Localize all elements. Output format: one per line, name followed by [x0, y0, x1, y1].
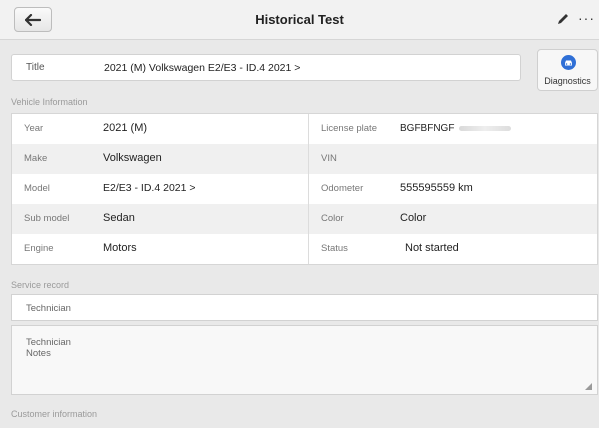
license-plate-label: License plate — [321, 123, 377, 134]
pen-icon[interactable] — [556, 12, 570, 26]
odometer-value[interactable]: 555595559 km — [400, 182, 473, 194]
color-value[interactable]: Color — [400, 212, 426, 224]
vehicle-info-table: Year 2021 (M) License plate BGFBFNGF Mak… — [11, 113, 598, 265]
title-field[interactable]: Title 2021 (M) Volkswagen E2/E3 - ID.4 2… — [11, 54, 521, 81]
make-label: Make — [24, 153, 48, 164]
service-record-heading: Service record — [11, 280, 70, 290]
redacted-mark — [459, 126, 511, 131]
technician-notes-label: Technician Notes — [26, 337, 71, 359]
make-value[interactable]: Volkswagen — [103, 152, 162, 164]
model-value[interactable]: E2/E3 - ID.4 2021 > — [103, 182, 196, 194]
technician-notes-field[interactable]: Technician Notes — [11, 325, 598, 395]
car-icon — [561, 55, 576, 70]
diagnostics-label: Diagnostics — [544, 76, 591, 86]
status-value[interactable]: Not started — [405, 242, 459, 254]
title-label: Title — [26, 62, 45, 73]
color-label: Color — [321, 213, 344, 224]
odometer-label: Odometer — [321, 183, 364, 194]
technician-field[interactable]: Technician — [11, 294, 598, 321]
engine-label: Engine — [24, 243, 54, 254]
table-row: Sub model Sedan Color Color — [12, 204, 597, 234]
title-value: 2021 (M) Volkswagen E2/E3 - ID.4 2021 > — [104, 62, 301, 74]
page-title: Historical Test — [255, 12, 344, 27]
model-label: Model — [24, 183, 50, 194]
top-bar: Historical Test ··· — [0, 0, 599, 40]
resize-handle-icon[interactable] — [585, 383, 592, 390]
sub-model-label: Sub model — [24, 213, 70, 224]
customer-info-heading: Customer information — [11, 409, 98, 419]
year-label: Year — [24, 123, 44, 134]
vehicle-info-heading: Vehicle Information — [11, 97, 88, 107]
engine-value[interactable]: Motors — [103, 242, 137, 254]
technician-label: Technician — [26, 303, 71, 314]
license-plate-value[interactable]: BGFBFNGF — [400, 123, 454, 134]
table-row: Make Volkswagen VIN — [12, 144, 597, 174]
table-row: Engine Motors Status Not started — [12, 234, 597, 264]
year-value[interactable]: 2021 (M) — [103, 122, 147, 134]
status-label: Status — [321, 243, 348, 254]
more-icon[interactable]: ··· — [578, 10, 595, 26]
vin-label: VIN — [321, 153, 337, 164]
diagnostics-button[interactable]: Diagnostics — [537, 49, 598, 91]
table-row: Model E2/E3 - ID.4 2021 > Odometer 55559… — [12, 174, 597, 204]
table-row: Year 2021 (M) License plate BGFBFNGF — [12, 114, 597, 144]
sub-model-value[interactable]: Sedan — [103, 212, 135, 224]
